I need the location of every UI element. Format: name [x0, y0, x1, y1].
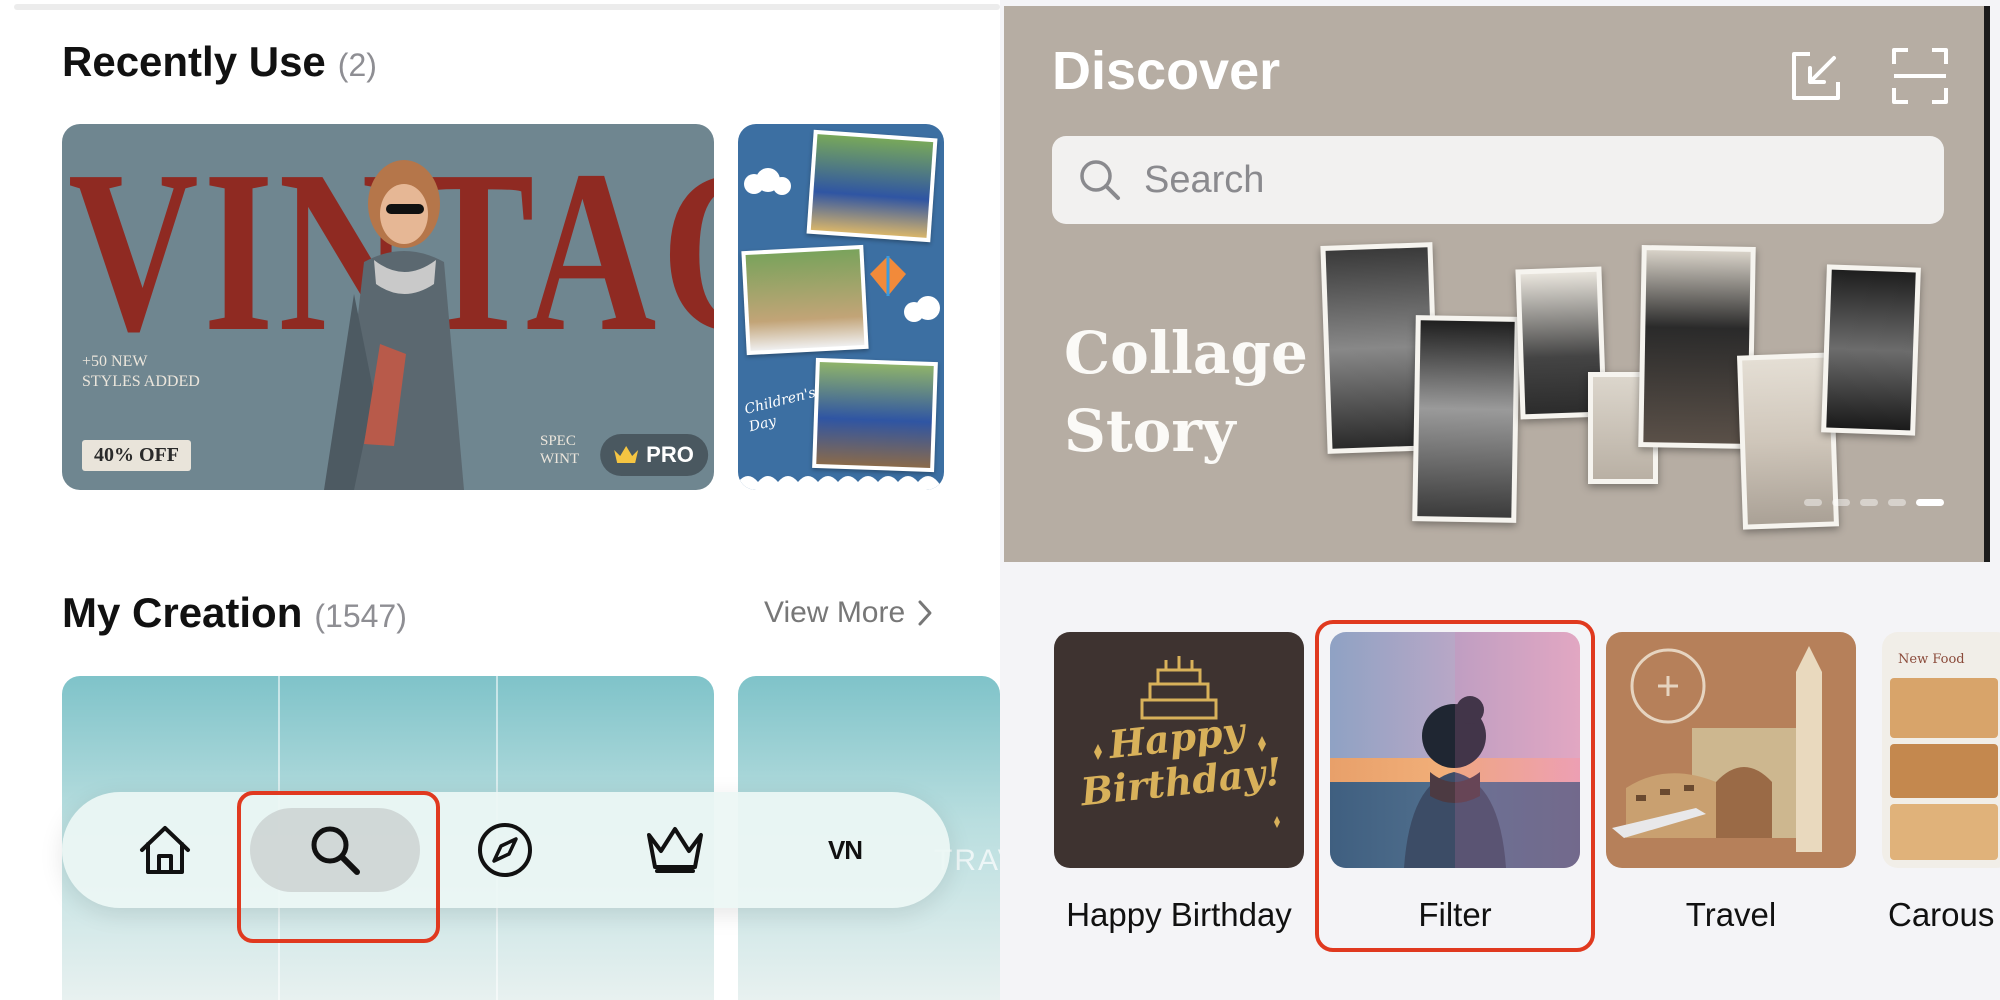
view-more-label: View More: [764, 596, 906, 629]
category-card-travel[interactable]: [1606, 632, 1856, 868]
carousel-dot[interactable]: [1832, 499, 1850, 506]
search-tab-highlight: [237, 791, 440, 943]
search-icon: [1080, 160, 1120, 200]
carousel-dot-active[interactable]: [1916, 499, 1944, 506]
import-icon[interactable]: [1784, 44, 1848, 108]
my-creation-heading: My Creation (1547): [62, 589, 407, 637]
home-panel: Recently Use (2) VINTAG +50 NEW STYLES AD…: [0, 0, 1000, 1000]
nav-explore-button[interactable]: [420, 808, 590, 892]
template-photo: [741, 244, 869, 356]
template-vintage-corner-text: SPEC WINT: [540, 433, 580, 467]
nav-home-button[interactable]: [80, 808, 250, 892]
chevron-right-icon: [918, 600, 932, 626]
category-label-happy-birthday: Happy Birthday: [1066, 896, 1292, 933]
pro-badge: PRO: [600, 434, 708, 476]
search-input[interactable]: Search: [1052, 136, 1944, 224]
template-vintage-model-image: [324, 160, 464, 490]
template-photo: [812, 357, 938, 473]
carousel-photo: [1890, 744, 1998, 798]
banner-photo: [1412, 315, 1520, 523]
carousel-photo: [1890, 678, 1998, 738]
bottom-nav-bar: VN: [62, 792, 950, 908]
banner-title: Collage Story: [1064, 319, 1308, 465]
carousel-art-text: New Food: [1898, 652, 1965, 667]
filter-category-highlight: [1315, 620, 1595, 952]
discover-title: Discover: [1052, 41, 1281, 101]
carousel-photo: [1890, 804, 1998, 860]
template-card-childrens-day[interactable]: Children's Day: [738, 124, 944, 490]
carousel-dot[interactable]: [1860, 499, 1878, 506]
banner-photo: [1821, 264, 1921, 436]
view-more-link[interactable]: View More: [764, 596, 933, 630]
banner-photo: [1638, 245, 1756, 449]
recently-use-title: Recently Use: [62, 38, 326, 85]
crown-icon: [647, 827, 703, 873]
discover-hero: Discover Search Collage Story: [1004, 6, 1990, 562]
recently-use-count: (2): [337, 47, 377, 83]
carousel-dot[interactable]: [1888, 499, 1906, 506]
template-vintage-discount-badge: 40% OFF: [82, 440, 191, 471]
category-label-carousel: Carous: [1888, 896, 1995, 933]
pro-label: PRO: [646, 442, 694, 467]
scan-icon[interactable]: [1888, 44, 1952, 108]
carousel-dot[interactable]: [1804, 499, 1822, 506]
my-creation-title: My Creation: [62, 589, 303, 636]
my-creation-count: (1547): [314, 598, 407, 634]
banner-carousel-indicator[interactable]: [1804, 499, 1944, 506]
category-label-travel: Travel: [1685, 896, 1777, 933]
template-photo: [806, 129, 938, 243]
crown-icon: [614, 446, 639, 463]
nav-profile-button[interactable]: VN: [760, 808, 930, 892]
travel-landmarks-image: [1612, 646, 1822, 852]
panel-edge: [1984, 6, 1990, 562]
discover-panel: Discover Search Collage Story Happy Birt…: [1000, 0, 2000, 1000]
nav-premium-button[interactable]: [590, 808, 760, 892]
search-placeholder: Search: [1144, 158, 1265, 201]
template-vintage-subtext: +50 NEW STYLES ADDED: [82, 353, 200, 390]
compass-icon: [478, 823, 532, 877]
template-card-vintage[interactable]: VINTAG +50 NEW STYLES ADDED 40% OFF SPEC…: [62, 124, 714, 490]
top-divider: [14, 4, 1000, 10]
category-card-carousel[interactable]: New Food: [1882, 632, 2000, 868]
home-icon: [140, 826, 190, 874]
vn-logo: VN: [827, 834, 863, 865]
recently-use-heading: Recently Use (2): [62, 38, 377, 86]
category-card-happy-birthday[interactable]: Happy Birthday!: [1054, 632, 1304, 868]
